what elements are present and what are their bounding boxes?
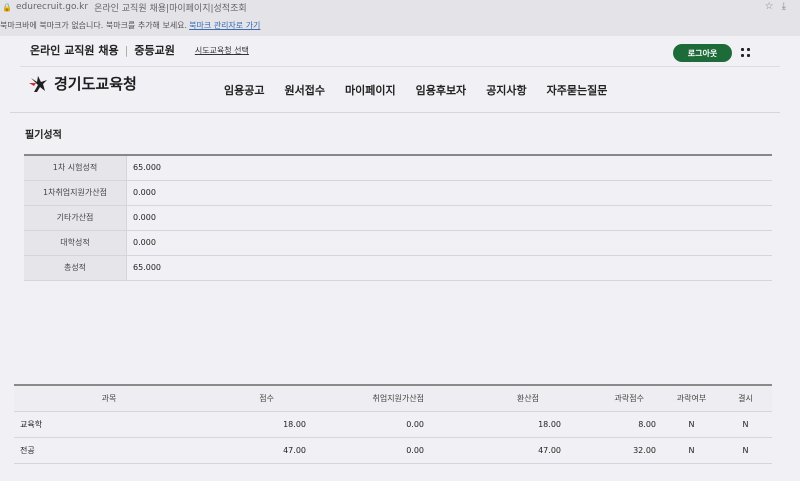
subject-cutoff: 8.00 xyxy=(638,419,656,429)
header-fail: 과락여부 xyxy=(676,393,707,403)
score-value: 0.000 xyxy=(133,213,156,222)
score-value: 0.000 xyxy=(133,188,156,197)
header-absent: 결시 xyxy=(738,393,753,403)
score-label: 기타가산점 xyxy=(24,205,127,230)
bookmark-manager-link[interactable]: 북마크 관리자로 가기 xyxy=(189,20,260,31)
subject-name: 전공 xyxy=(20,445,35,455)
browser-address-bar[interactable]: 🔒 edurecruit.go.kr 온라인 교직원 채용|마이페이지|성적조회… xyxy=(0,0,800,14)
subject-header-row: 과목 점수 취업지원가산점 환산점 과락점수 과락여부 결시 xyxy=(14,385,772,411)
divider: | xyxy=(124,43,129,57)
logout-button[interactable]: 로그아웃 xyxy=(673,44,732,62)
nav-divider xyxy=(10,112,780,113)
subject-fail: N xyxy=(688,445,695,455)
subject-score: 47.00 xyxy=(283,445,306,455)
score-label: 대학성적 xyxy=(24,230,127,255)
header-bonus: 취업지원가산점 xyxy=(372,393,424,403)
subject-score: 18.00 xyxy=(283,419,306,429)
subject-converted: 47.00 xyxy=(538,445,561,455)
menu-grid-icon[interactable] xyxy=(741,48,751,58)
header-subject: 과목 xyxy=(101,393,117,403)
score-value: 65.000 xyxy=(133,163,161,173)
subject-bonus: 0.00 xyxy=(406,419,424,429)
score-label: 총성적 xyxy=(24,255,127,280)
written-score-title: 필기성적 xyxy=(25,130,62,141)
subject-score-table: 과목 점수 취업지원가산점 환산점 과락점수 과락여부 결시 교육학 18.00… xyxy=(14,384,772,464)
score-row: 1차 시험성적 65.000 xyxy=(24,155,772,180)
nav-item-mypage[interactable]: 마이페이지 xyxy=(345,82,396,98)
url-text[interactable]: edurecruit.go.kr xyxy=(16,2,88,12)
nav-item-faq[interactable]: 자주묻는질문 xyxy=(547,82,608,98)
region-select-link[interactable]: 시도교육청 선택 xyxy=(195,45,249,56)
score-value: 0.000 xyxy=(133,238,156,247)
top-utility-line: 온라인 교직원 채용 | 중등교원 시도교육청 선택 xyxy=(30,42,249,58)
page-title-text: 온라인 교직원 채용|마이페이지|성적조회 xyxy=(94,3,247,14)
score-value: 65.000 xyxy=(133,263,161,272)
subject-bonus: 0.00 xyxy=(406,445,424,455)
browser-tools[interactable]: ☆⤓ xyxy=(765,1,794,12)
written-score-table: 1차 시험성적 65.000 1차취업지원가산점 0.000 기타가산점 0.0… xyxy=(24,154,772,281)
nav-item-announcements[interactable]: 공지사항 xyxy=(486,82,526,98)
brand-star-icon xyxy=(29,75,47,92)
subject-absent: N xyxy=(742,419,749,429)
download-icon[interactable]: ⤓ xyxy=(782,1,794,12)
lock-icon: 🔒 xyxy=(2,2,12,12)
main-nav: 임용공고 원서접수 마이페이지 임용후보자 공지사항 자주묻는질문 xyxy=(224,82,627,98)
score-row: 총성적 65.000 xyxy=(24,255,772,280)
page: 온라인 교직원 채용 | 중등교원 시도교육청 선택 로그아웃 경기도교육청 임… xyxy=(0,36,800,481)
nav-item-notice[interactable]: 임용공고 xyxy=(224,82,264,98)
subject-absent: N xyxy=(742,445,749,455)
service-name[interactable]: 온라인 교직원 채용 xyxy=(30,42,119,58)
subject-name: 교육학 xyxy=(20,419,43,429)
subject-converted: 18.00 xyxy=(538,419,561,429)
score-row: 대학성적 0.000 xyxy=(24,230,772,255)
category-label[interactable]: 중등교원 xyxy=(134,42,174,58)
star-icon[interactable]: ☆ xyxy=(765,1,782,12)
header-cutoff: 과락점수 xyxy=(614,393,644,403)
brand-logo[interactable]: 경기도교육청 xyxy=(28,73,137,94)
bookmark-bar: 북마크바에 북마크가 없습니다. 북마크를 추가해 보세요. 북마크 관리자로 … xyxy=(0,14,800,36)
subject-fail: N xyxy=(688,419,695,429)
score-label: 1차취업지원가산점 xyxy=(24,180,127,205)
score-row: 기타가산점 0.000 xyxy=(24,205,772,230)
nav-item-apply[interactable]: 원서접수 xyxy=(284,82,324,98)
table-row: 교육학 18.00 0.00 18.00 8.00 N N xyxy=(14,411,772,437)
bookmark-message: 북마크바에 북마크가 없습니다. 북마크를 추가해 보세요. xyxy=(0,20,188,30)
brand-name: 경기도교육청 xyxy=(54,75,137,93)
score-label: 1차 시험성적 xyxy=(24,155,127,180)
score-row: 1차취업지원가산점 0.000 xyxy=(24,180,772,205)
header-converted: 환산점 xyxy=(516,393,539,403)
header-score: 점수 xyxy=(259,393,274,403)
header-divider xyxy=(20,66,780,67)
nav-item-candidates[interactable]: 임용후보자 xyxy=(416,82,467,98)
table-row: 전공 47.00 0.00 47.00 32.00 N N xyxy=(14,437,772,463)
subject-cutoff: 32.00 xyxy=(633,445,656,455)
